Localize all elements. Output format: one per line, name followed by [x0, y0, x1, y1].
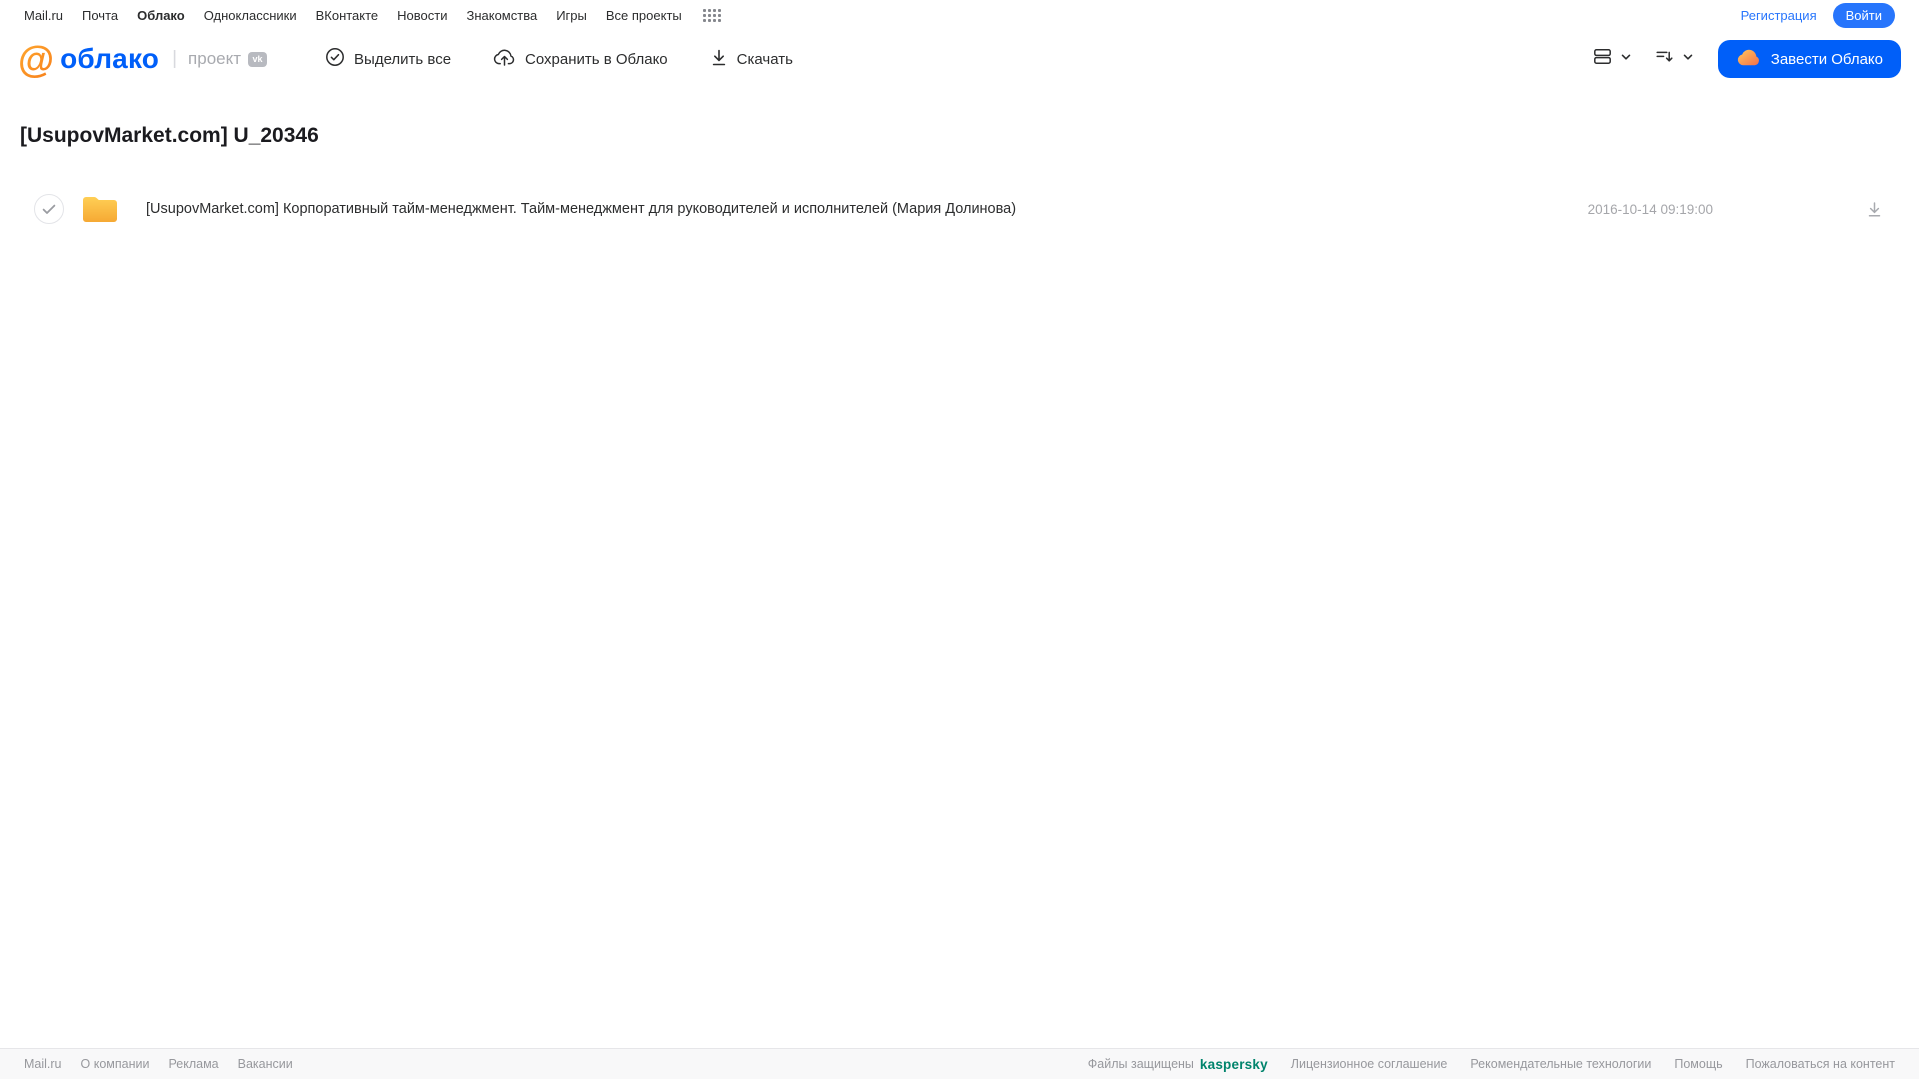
- nav-znakomstva[interactable]: Знакомства: [466, 8, 537, 23]
- protected-by-label: Файлы защищены: [1087, 1057, 1194, 1071]
- footer-report-content[interactable]: Пожаловаться на контент: [1746, 1057, 1895, 1071]
- nav-vkontakte[interactable]: ВКонтакте: [316, 8, 379, 23]
- download-button[interactable]: Скачать: [710, 48, 793, 71]
- footer-help[interactable]: Помощь: [1674, 1057, 1722, 1071]
- file-name[interactable]: [UsupovMarket.com] Корпоративный тайм-ме…: [146, 201, 1016, 217]
- cloud-logo[interactable]: @ облако | проект vk: [18, 38, 268, 80]
- main-content: [UsupovMarket.com] U_20346 [UsupovMarket…: [0, 88, 1919, 1048]
- app-header: @ облако | проект vk Выделить все Сохран…: [0, 30, 1919, 88]
- footer-ads[interactable]: Реклама: [168, 1057, 218, 1071]
- save-to-cloud-button[interactable]: Сохранить в Облако: [493, 47, 668, 71]
- portal-links: Mail.ru Почта Облако Одноклассники ВКонт…: [24, 8, 721, 23]
- footer-left-links: Mail.ru О компании Реклама Вакансии: [24, 1057, 293, 1071]
- select-all-button[interactable]: Выделить все: [325, 47, 451, 71]
- cloud-icon: [1736, 48, 1761, 71]
- save-to-cloud-label: Сохранить в Облако: [525, 50, 668, 68]
- select-all-label: Выделить все: [354, 50, 452, 68]
- cloud-upload-icon: [493, 47, 516, 71]
- header-right-controls: Завести Облако: [1592, 40, 1901, 78]
- kaspersky-logo[interactable]: kaspersky: [1200, 1057, 1268, 1072]
- nav-mailru[interactable]: Mail.ru: [24, 8, 63, 23]
- cloud-mailru-page: Mail.ru Почта Облако Одноклассники ВКонт…: [0, 0, 1919, 1079]
- file-date: 2016-10-14 09:19:00: [1587, 201, 1713, 217]
- row-checkbox[interactable]: [34, 194, 64, 224]
- page-title: [UsupovMarket.com] U_20346: [20, 124, 319, 147]
- chevron-down-icon: [1682, 50, 1694, 68]
- nav-novosti[interactable]: Новости: [397, 8, 447, 23]
- footer-jobs[interactable]: Вакансии: [238, 1057, 293, 1071]
- portal-auth: Регистрация Войти: [1741, 2, 1895, 28]
- nav-pochta[interactable]: Почта: [82, 8, 118, 23]
- footer-right-links: Файлы защищены kaspersky Лицензионное со…: [1088, 1057, 1895, 1072]
- registration-link[interactable]: Регистрация: [1741, 8, 1817, 23]
- footer-license[interactable]: Лицензионное соглашение: [1291, 1057, 1448, 1071]
- project-label: проект: [188, 49, 242, 68]
- view-mode-selector[interactable]: [1592, 46, 1632, 72]
- apps-grid-icon[interactable]: [702, 8, 721, 22]
- footer-recommendations[interactable]: Рекомендательные технологии: [1470, 1057, 1651, 1071]
- footer-mailru[interactable]: Mail.ru: [24, 1057, 62, 1071]
- nav-odnoklassniki[interactable]: Одноклассники: [204, 8, 297, 23]
- get-cloud-label: Завести Облако: [1770, 50, 1883, 68]
- list-view-icon: [1592, 46, 1613, 72]
- folder-icon: [81, 194, 119, 225]
- kaspersky-protection: Файлы защищены kaspersky: [1088, 1057, 1268, 1072]
- download-label: Скачать: [736, 50, 793, 68]
- mailru-at-icon: @: [18, 38, 55, 80]
- file-list: [UsupovMarket.com] Корпоративный тайм-ме…: [0, 184, 1919, 234]
- nav-all-projects[interactable]: Все проекты: [606, 8, 682, 23]
- download-icon: [710, 48, 728, 71]
- row-download-icon[interactable]: [1865, 200, 1884, 219]
- nav-igry[interactable]: Игры: [556, 8, 587, 23]
- cloud-logo-text: облако: [60, 43, 160, 74]
- vk-badge-icon: vk: [248, 51, 268, 67]
- footer: Mail.ru О компании Реклама Вакансии Файл…: [0, 1048, 1919, 1079]
- sort-icon: [1654, 46, 1675, 72]
- nav-oblako[interactable]: Облако: [137, 8, 185, 23]
- get-cloud-button[interactable]: Завести Облако: [1717, 40, 1901, 78]
- portal-nav: Mail.ru Почта Облако Одноклассники ВКонт…: [0, 0, 1919, 30]
- circle-check-icon: [325, 47, 345, 71]
- footer-about[interactable]: О компании: [81, 1057, 150, 1071]
- logo-divider: |: [172, 48, 178, 69]
- login-button[interactable]: Войти: [1832, 2, 1895, 28]
- sort-selector[interactable]: [1654, 46, 1694, 72]
- toolbar: Выделить все Сохранить в Облако Скачать: [325, 47, 793, 71]
- chevron-down-icon: [1620, 50, 1632, 68]
- file-row[interactable]: [UsupovMarket.com] Корпоративный тайм-ме…: [0, 184, 1919, 234]
